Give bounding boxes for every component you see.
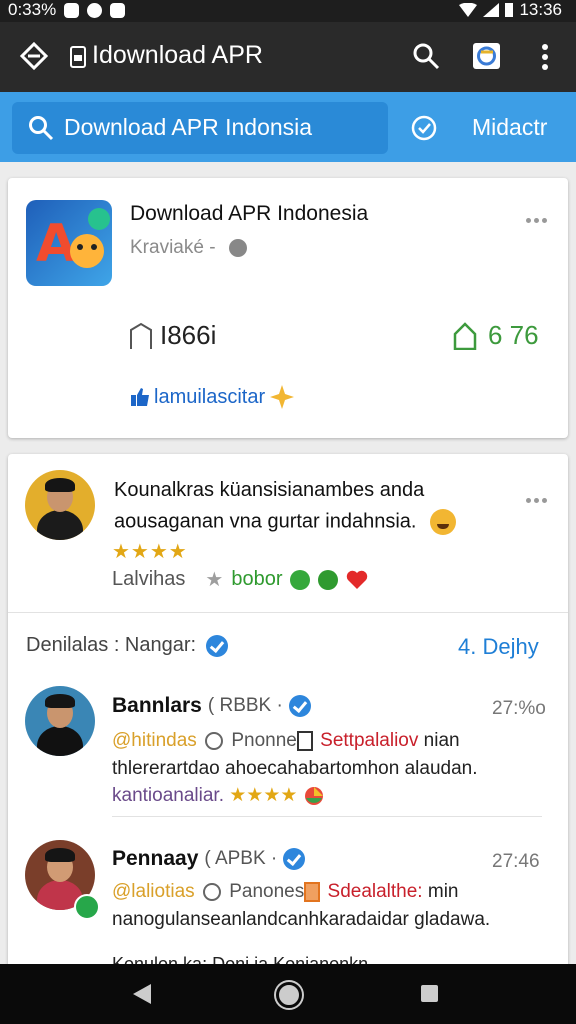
- search-icon[interactable]: [412, 42, 440, 70]
- app-link[interactable]: lamuilascitar: [130, 384, 295, 410]
- more-options-icon[interactable]: [526, 210, 552, 223]
- review-mention[interactable]: @hitindas: [112, 730, 197, 751]
- section-label: Denilalas : Nangar:: [26, 634, 229, 657]
- app-subtitle-text: Kraviaké -: [130, 237, 216, 258]
- signal-icon: [483, 3, 500, 17]
- nav-recents-icon[interactable]: [421, 985, 438, 1002]
- app-link-label: lamuilascitar: [154, 385, 266, 408]
- avatar[interactable]: [25, 686, 95, 756]
- review-line3-text: kantioanaliar.: [112, 785, 224, 806]
- app-title-text: Download APR Indonesia: [130, 202, 369, 225]
- avatar[interactable]: [25, 470, 95, 540]
- sad-face-emoji-icon: [430, 509, 457, 535]
- section-right-link[interactable]: 4. Dejhy: [458, 634, 539, 660]
- top-review-line2: aousaganan vna gurtar indahnsia.: [114, 509, 457, 535]
- box-icon: [296, 730, 313, 751]
- review-word: Pnonne: [231, 730, 297, 751]
- system-nav-bar: [0, 964, 576, 1024]
- chat-icon: [110, 2, 126, 18]
- verified-icon: [288, 695, 311, 717]
- verified-icon: [206, 634, 229, 657]
- sparkle-icon: [270, 385, 295, 409]
- review-line1: @hitindas Pnonne Settpalaliov nian: [112, 730, 460, 752]
- globe-icon: [228, 238, 247, 257]
- divider: [112, 816, 542, 817]
- stat-left: I866i: [128, 320, 216, 351]
- review-line2: nanogulanseanlandcanhkaradaidar gladawa.: [112, 909, 491, 930]
- review-author-handle: ( RBBK ·: [207, 695, 283, 716]
- divider: [8, 612, 568, 613]
- thumbs-up-icon: [453, 321, 477, 350]
- star-icon: ★: [205, 569, 224, 591]
- review-word-end: min: [427, 881, 459, 902]
- review-line3: kantioanaliar. ★★★★: [112, 784, 325, 807]
- review-word: Panones: [229, 881, 305, 902]
- review-line2: thlererartdao ahoecahabartomhon alaudan.: [112, 758, 478, 779]
- review-mention[interactable]: @laliotias: [112, 881, 195, 902]
- review-author-name: Bannlars: [112, 694, 202, 717]
- notification-icon: [64, 2, 80, 18]
- review-word-end: nian: [423, 730, 460, 751]
- emoji-icon: [202, 882, 221, 901]
- search-icon: [29, 116, 54, 141]
- search-right-label[interactable]: Midactr: [472, 114, 547, 141]
- status-time: 13:36: [519, 0, 562, 19]
- heart-icon[interactable]: [346, 570, 368, 590]
- status-bar: 0:33% 13:36: [0, 0, 576, 22]
- review-highlight: Sdealalthe:: [327, 881, 423, 902]
- check-circle-icon[interactable]: [410, 114, 438, 142]
- search-band: Download APR Indonsia Midactr: [0, 92, 576, 162]
- more-options-icon[interactable]: [526, 490, 552, 503]
- top-review-line1: Kounalkras küansisianambes anda: [114, 479, 425, 501]
- reviews-card: Kounalkras küansisianambes anda aousagan…: [8, 454, 568, 974]
- thumbs-up-icon: [131, 388, 149, 406]
- review-author[interactable]: Pennaay ( APBK ·: [112, 847, 306, 871]
- laugh-emoji-icon[interactable]: [290, 569, 311, 590]
- section-label-text: Denilalas : Nangar:: [26, 634, 197, 656]
- rating-stars: ★★★★: [229, 785, 298, 806]
- review-time: 27:46: [492, 851, 540, 872]
- verified-badge-icon: [74, 894, 100, 920]
- search-input[interactable]: Download APR Indonsia: [12, 102, 388, 154]
- g-app-icon: [87, 2, 103, 18]
- emoji-icon: [205, 731, 224, 750]
- review-author[interactable]: Bannlars ( RBBK ·: [112, 694, 311, 718]
- wifi-icon: [459, 3, 478, 17]
- home-outline-icon: [130, 322, 152, 349]
- more-options-icon[interactable]: [538, 42, 552, 72]
- tab-icon: [70, 46, 86, 68]
- box-icon: [304, 881, 321, 902]
- stat-right-value: 6 76: [488, 320, 539, 350]
- status-left-text: 0:33%: [8, 0, 57, 19]
- rating-stars: ★★★★: [112, 541, 188, 563]
- battery-icon: [505, 3, 514, 17]
- meta-green-text: bobor: [231, 568, 283, 590]
- top-review-meta: Lalvihas ★ bobor: [112, 567, 368, 592]
- app-icon: A: [26, 200, 112, 286]
- app-subtitle: Kraviaké -: [130, 237, 247, 259]
- review-author-handle: ( APBK ·: [204, 848, 278, 869]
- top-review-line2-text: aousaganan vna gurtar indahnsia.: [114, 510, 417, 533]
- app-card[interactable]: A Download APR Indonesia Kraviaké - I866…: [8, 178, 568, 438]
- nav-back-icon[interactable]: [133, 984, 151, 1004]
- app-bar: Idownload APR: [0, 22, 576, 92]
- stat-left-value: I866i: [160, 320, 217, 350]
- review-author-name: Pennaay: [112, 847, 199, 870]
- meta-left-text: Lalvihas: [112, 568, 186, 590]
- stat-right: 6 76: [452, 320, 539, 351]
- app-title: Idownload APR: [92, 41, 263, 69]
- search-query: Download APR Indonsia: [64, 114, 313, 140]
- verified-icon: [283, 848, 306, 870]
- nav-home-icon[interactable]: [276, 982, 302, 1008]
- review-highlight: Settpalaliov: [320, 730, 419, 751]
- review-line1: @laliotias Panones Sdealalthe: min: [112, 881, 459, 903]
- back-arrow-icon[interactable]: [20, 42, 48, 70]
- check-emoji-icon[interactable]: [318, 569, 339, 590]
- browser-icon[interactable]: [473, 43, 500, 69]
- review-time: 27:%o: [492, 698, 546, 719]
- rainbow-icon: [304, 786, 323, 805]
